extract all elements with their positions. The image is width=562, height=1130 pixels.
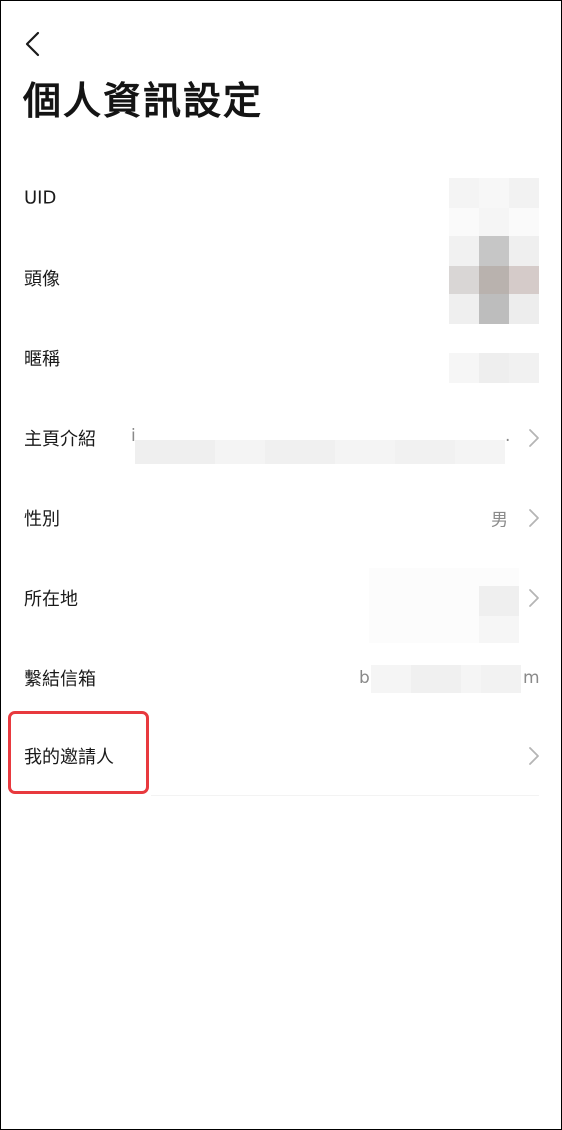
location-value-redacted	[369, 568, 519, 643]
avatar-image-redacted	[449, 208, 539, 324]
email-value-redacted	[371, 665, 521, 693]
chevron-right-icon	[529, 589, 539, 607]
row-label-uid: UID	[24, 187, 57, 209]
uid-value-redacted	[449, 178, 539, 208]
row-label-nickname: 暱稱	[24, 349, 60, 370]
row-label-inviter: 我的邀請人	[24, 747, 114, 768]
row-label-bio: 主頁介紹	[24, 429, 96, 450]
row-bio[interactable]: 主頁介紹 i .	[1, 398, 561, 478]
chevron-right-icon	[529, 747, 539, 765]
row-label-location: 所在地	[24, 589, 78, 610]
row-nickname[interactable]: 暱稱	[1, 318, 561, 398]
row-location[interactable]: 所在地	[1, 558, 561, 643]
chevron-right-icon	[529, 429, 539, 447]
list-divider	[151, 795, 539, 796]
row-label-gender: 性別	[24, 509, 60, 530]
email-value-start: b	[359, 668, 370, 688]
page-title: 個人資訊設定	[23, 79, 264, 123]
email-value-end: m	[523, 668, 540, 688]
row-avatar[interactable]: 頭像	[1, 208, 561, 324]
row-label-avatar: 頭像	[24, 269, 60, 290]
row-email[interactable]: 繫結信箱 b m	[1, 638, 561, 718]
row-gender[interactable]: 性別 男	[1, 478, 561, 558]
bio-value-end: .	[505, 426, 511, 446]
row-label-email: 繫結信箱	[24, 669, 96, 690]
bio-value-redacted	[135, 440, 505, 464]
settings-screen: 個人資訊設定 UID 頭像 暱稱 主頁介紹 i . 性別 男 所在地 繫結信箱 …	[0, 0, 562, 1130]
gender-value: 男	[491, 510, 508, 531]
row-inviter[interactable]: 我的邀請人	[1, 716, 561, 796]
back-button[interactable]	[19, 29, 49, 59]
nickname-value-redacted	[449, 353, 539, 383]
chevron-right-icon	[529, 509, 539, 527]
chevron-left-icon	[25, 31, 40, 57]
